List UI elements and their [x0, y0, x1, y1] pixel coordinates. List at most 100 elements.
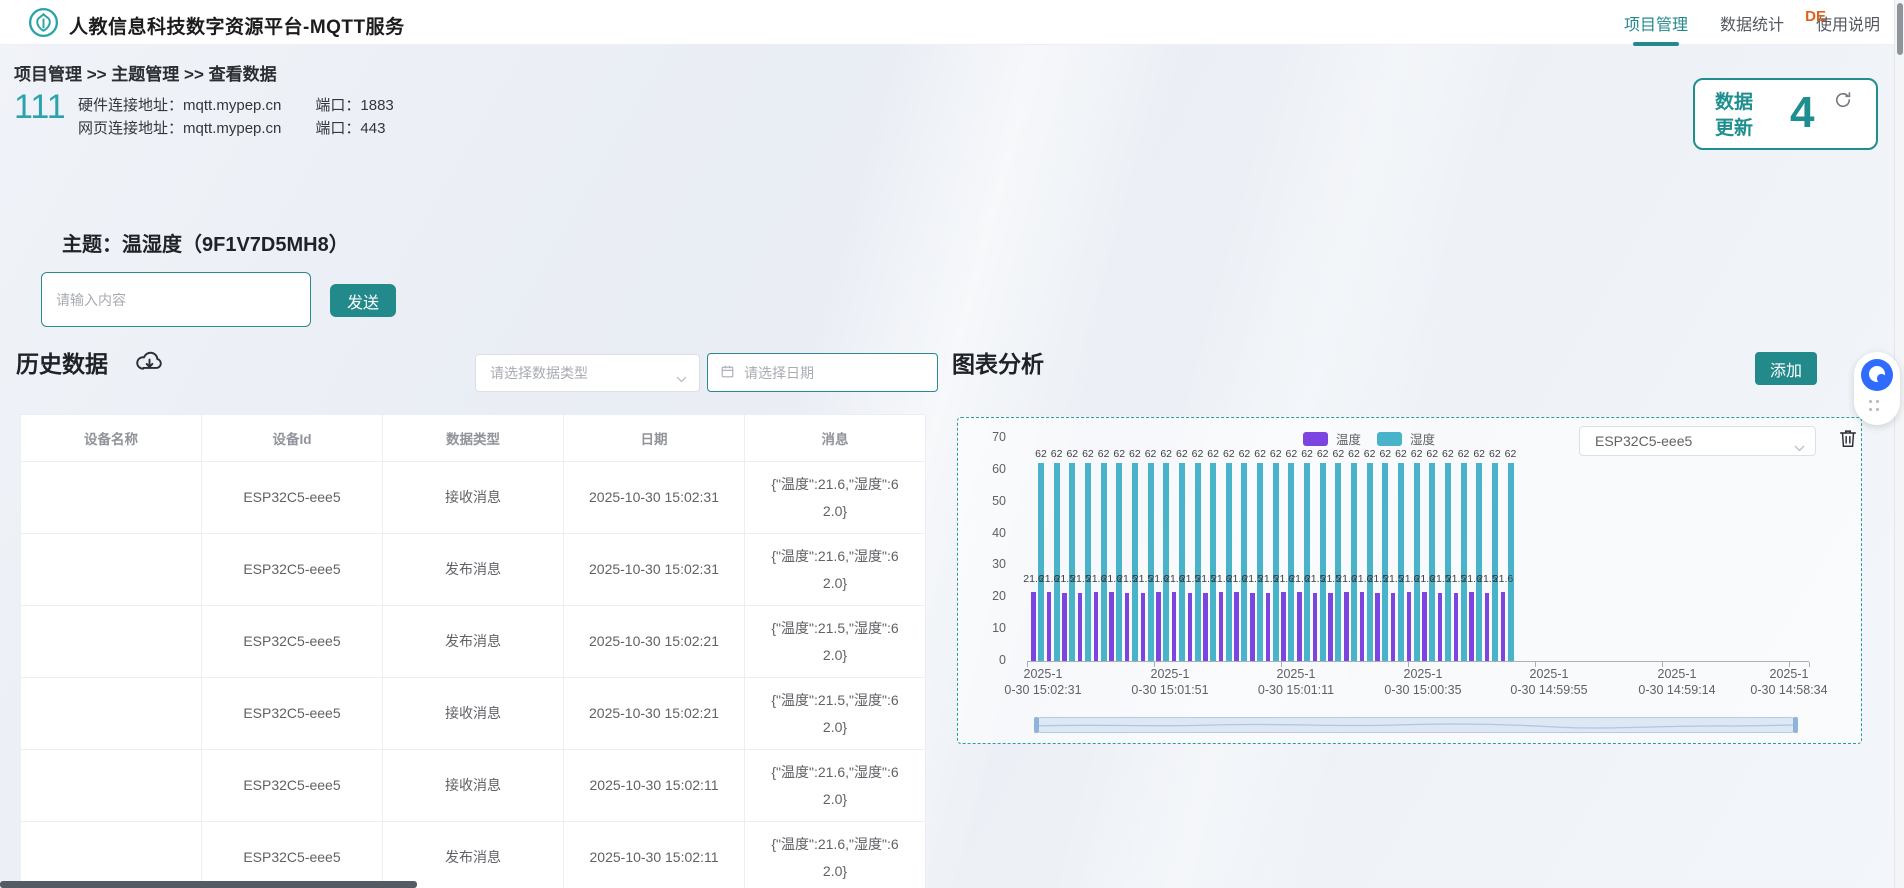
temperature-bar[interactable] [1422, 592, 1427, 661]
humidity-bar[interactable] [1038, 463, 1044, 661]
humidity-bar[interactable] [1116, 463, 1123, 661]
temperature-bar[interactable] [1469, 592, 1474, 661]
vertical-scrollbar-thumb[interactable] [1897, 3, 1903, 55]
legend-humidity-label[interactable]: 湿度 [1410, 429, 1435, 448]
nav-item-project-management[interactable]: 项目管理 [1624, 11, 1688, 35]
humidity-bar[interactable] [1163, 463, 1170, 661]
humidity-value-label: 62 [1113, 448, 1126, 460]
temperature-bar[interactable] [1062, 592, 1067, 661]
temperature-bar[interactable] [1453, 592, 1459, 661]
humidity-bar[interactable] [1491, 463, 1498, 661]
y-axis-tick-label: 0 [999, 653, 1006, 667]
message-input[interactable] [41, 272, 311, 327]
humidity-bar[interactable] [1178, 463, 1185, 661]
humidity-bar[interactable] [1210, 463, 1217, 661]
legend-humidity-swatch[interactable] [1377, 431, 1403, 446]
temperature-bar[interactable] [1187, 592, 1192, 661]
nav-item-usage-guide[interactable]: 使用说明 [1816, 11, 1880, 35]
humidity-bar[interactable] [1366, 463, 1373, 661]
date-picker-input[interactable]: 请选择日期 [707, 353, 938, 392]
humidity-bar[interactable] [1444, 463, 1451, 661]
humidity-bar[interactable] [1304, 463, 1311, 661]
humidity-bar[interactable] [1460, 463, 1467, 661]
datazoom-right-handle[interactable] [1793, 717, 1798, 733]
table-cell: 接收消息 [382, 677, 564, 750]
temperature-bar[interactable] [1093, 592, 1099, 661]
temperature-bar[interactable] [1344, 592, 1349, 661]
download-icon[interactable] [134, 346, 165, 382]
floating-assistant-widget[interactable] [1854, 352, 1900, 425]
device-select[interactable]: ESP32C5-eee5 [1579, 426, 1816, 456]
table-cell: {"温度":21.6,"湿度":62.0} [744, 461, 926, 534]
temperature-bar[interactable] [1124, 592, 1130, 661]
humidity-bar[interactable] [1194, 463, 1201, 661]
temperature-bar[interactable] [1390, 592, 1396, 661]
refresh-icon[interactable] [1833, 90, 1853, 115]
humidity-bar[interactable] [1476, 463, 1483, 661]
nav-item-data-statistics[interactable]: 数据统计 [1720, 11, 1784, 35]
humidity-bar[interactable] [1241, 463, 1248, 661]
temperature-bar[interactable] [1281, 592, 1286, 661]
temperature-bar[interactable] [1109, 592, 1114, 661]
project-id: 111 [14, 88, 66, 126]
date-placeholder: 请选择日期 [744, 364, 814, 381]
temperature-bar[interactable] [1250, 592, 1255, 661]
legend-temperature-label[interactable]: 温度 [1336, 429, 1361, 448]
temperature-bar[interactable] [1156, 592, 1161, 661]
datazoom-left-handle[interactable] [1034, 717, 1039, 733]
temperature-bar[interactable] [1297, 592, 1302, 661]
data-type-placeholder: 请选择数据类型 [490, 365, 588, 381]
temperature-bar[interactable] [1484, 592, 1490, 661]
add-chart-button[interactable]: 添加 [1755, 352, 1817, 385]
humidity-bar[interactable] [1053, 463, 1060, 661]
temperature-bar[interactable] [1375, 592, 1380, 661]
temperature-bar[interactable] [1312, 592, 1318, 661]
humidity-bar[interactable] [1257, 463, 1264, 661]
horizontal-scrollbar-thumb[interactable] [0, 881, 417, 888]
datazoom-slider[interactable] [1034, 717, 1798, 733]
humidity-bar[interactable] [1382, 463, 1389, 661]
temperature-bar[interactable] [1171, 592, 1177, 661]
humidity-value-label: 62 [1269, 448, 1282, 460]
vertical-scrollbar[interactable] [1894, 0, 1904, 888]
humidity-bar[interactable] [1351, 463, 1357, 661]
delete-chart-icon[interactable] [1837, 427, 1859, 449]
humidity-bar[interactable] [1288, 463, 1295, 661]
humidity-bar[interactable] [1429, 463, 1436, 661]
temperature-bar[interactable] [1359, 592, 1365, 661]
history-table-body: ESP32C5-eee5 接收消息 2025-10-30 15:02:31 {"温度"… [20, 461, 926, 888]
table-cell: {"温度":21.6,"湿度":62.0} [744, 749, 926, 822]
humidity-bar[interactable] [1147, 463, 1154, 661]
data-refresh-box[interactable]: 数据更新 4 [1693, 78, 1878, 150]
humidity-bar[interactable] [1413, 463, 1420, 661]
humidity-bar[interactable] [1225, 463, 1232, 661]
humidity-bar[interactable] [1319, 463, 1326, 661]
temperature-bar[interactable] [1218, 592, 1224, 661]
humidity-bar[interactable] [1084, 463, 1091, 661]
assistant-icon[interactable] [1860, 358, 1894, 397]
temperature-bar[interactable] [1265, 592, 1271, 661]
temperature-bar[interactable] [1077, 592, 1083, 661]
table-cell: ESP32C5-eee5 [201, 605, 383, 678]
humidity-bar[interactable] [1272, 463, 1279, 661]
humidity-bar[interactable] [1397, 463, 1404, 661]
send-button[interactable]: 发送 [330, 284, 396, 317]
temperature-bar[interactable] [1203, 592, 1208, 661]
temperature-bar[interactable] [1234, 592, 1239, 661]
temperature-bar[interactable] [1140, 592, 1146, 661]
humidity-bar[interactable] [1131, 463, 1138, 661]
humidity-bar[interactable] [1507, 463, 1514, 661]
legend-temperature-swatch[interactable] [1303, 431, 1328, 446]
temperature-bar[interactable] [1500, 592, 1505, 661]
temperature-bar[interactable] [1437, 592, 1443, 661]
table-cell: ESP32C5-eee5 [201, 821, 383, 888]
drag-handle-dots-icon[interactable] [1869, 400, 1885, 412]
humidity-bar[interactable] [1069, 463, 1076, 661]
temperature-bar[interactable] [1406, 592, 1412, 661]
humidity-bar[interactable] [1335, 463, 1342, 661]
temperature-bar[interactable] [1328, 592, 1333, 661]
temperature-bar[interactable] [1031, 592, 1036, 661]
humidity-bar[interactable] [1100, 463, 1107, 661]
data-type-select[interactable]: 请选择数据类型 [475, 354, 700, 392]
temperature-bar[interactable] [1046, 592, 1052, 661]
